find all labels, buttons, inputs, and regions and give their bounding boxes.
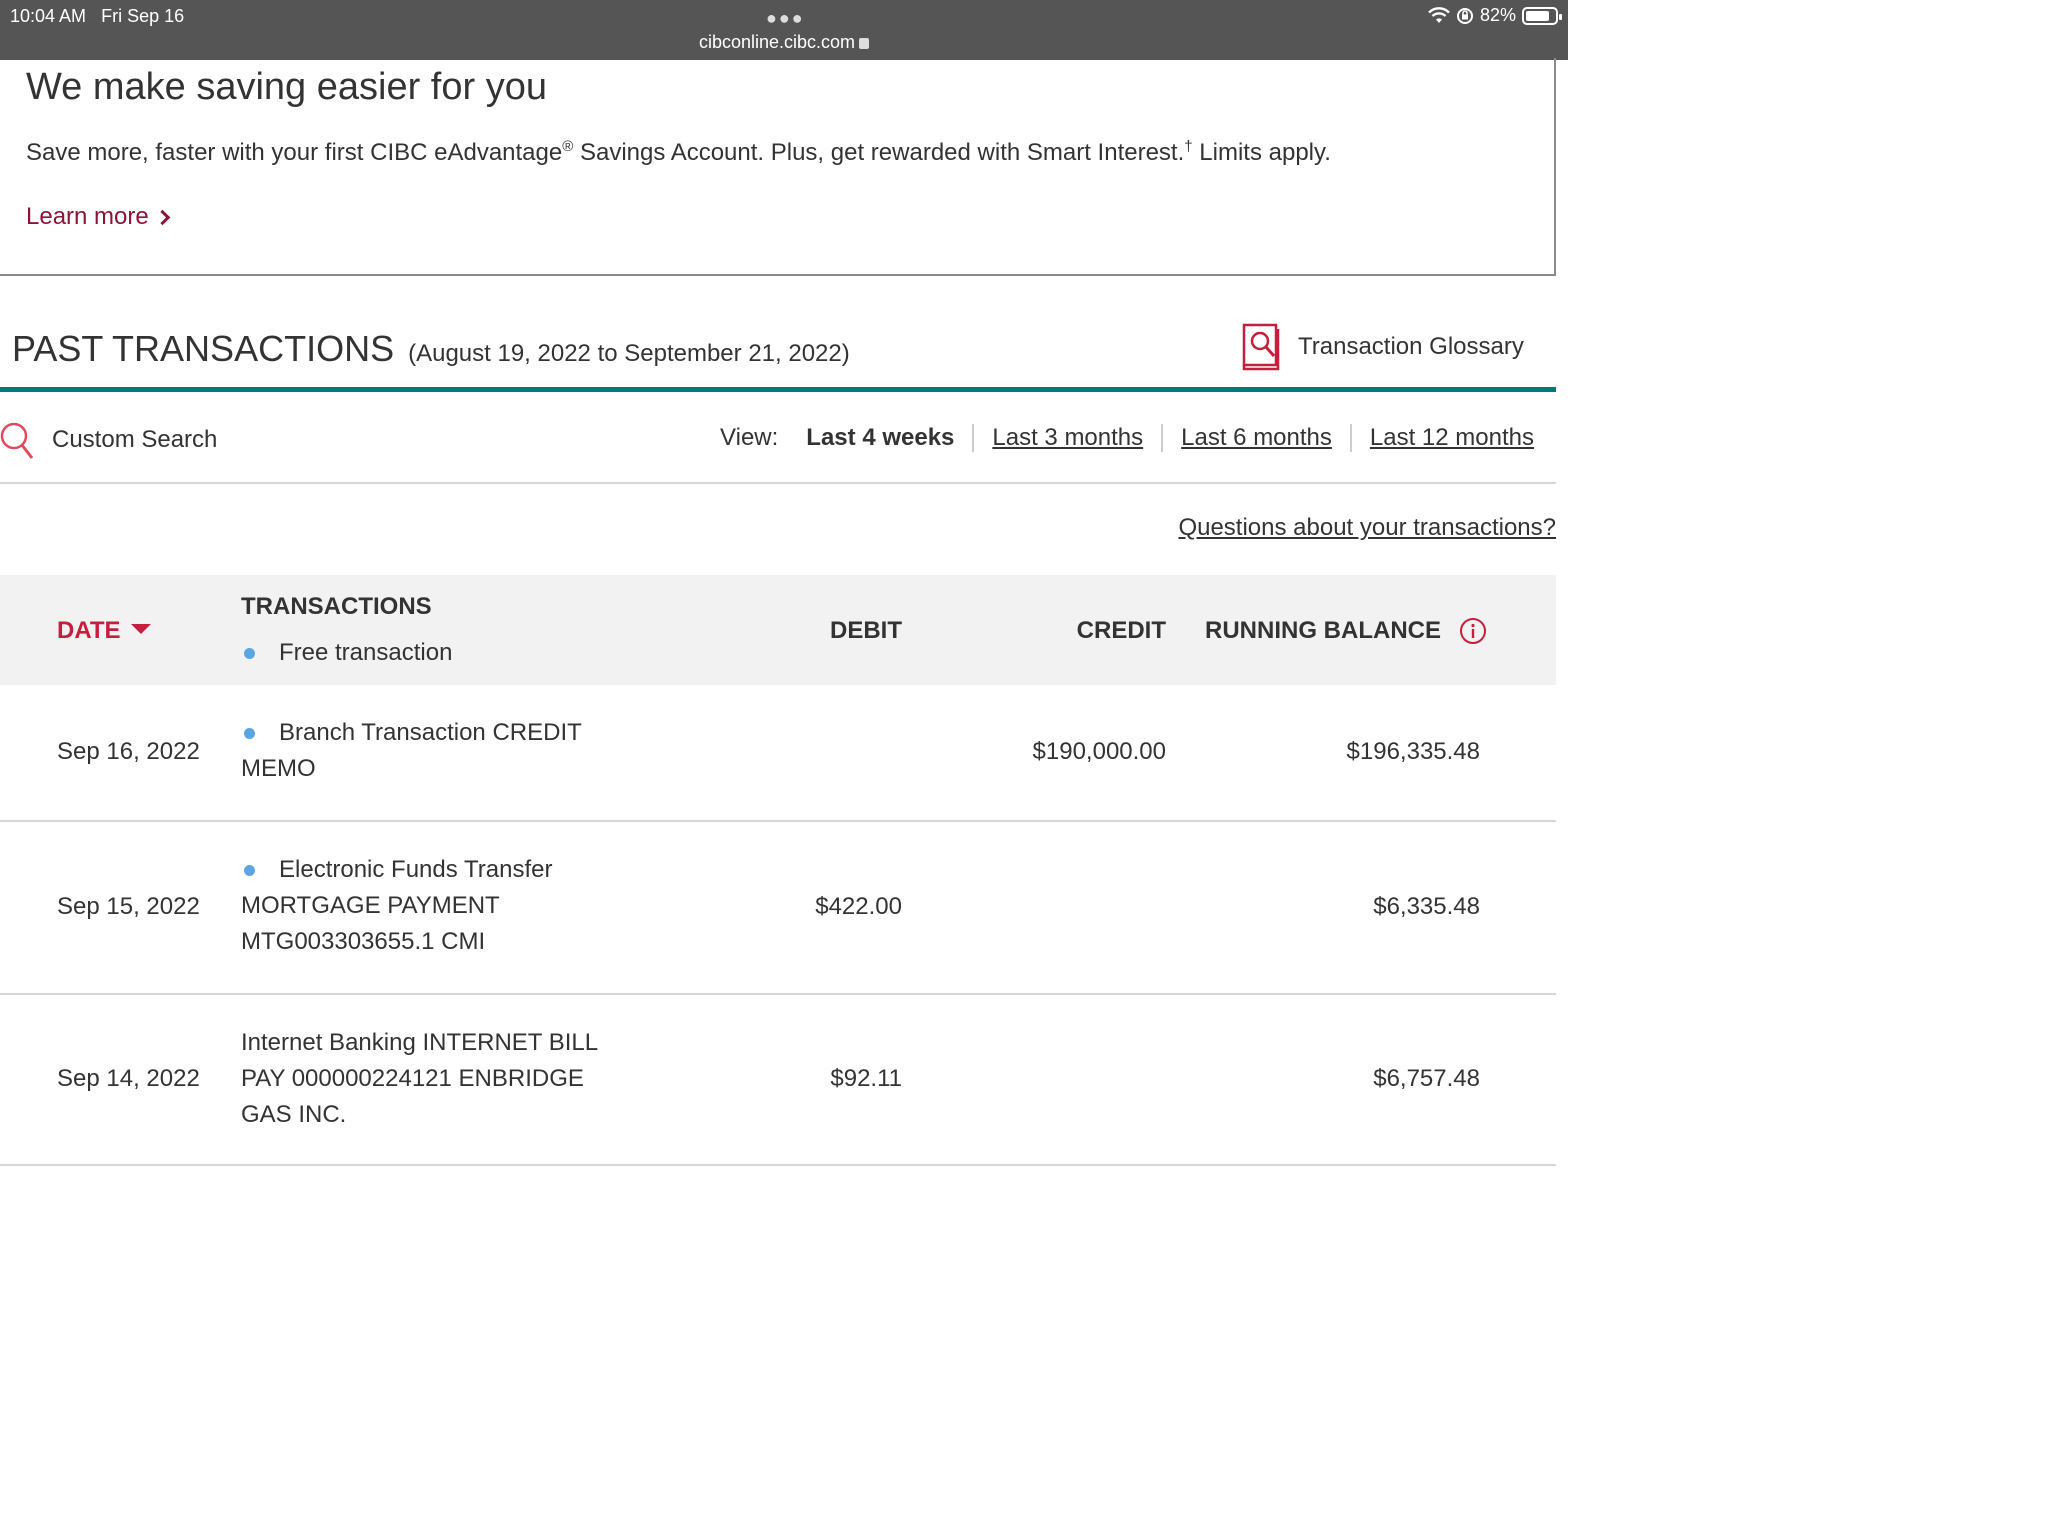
table-row: Sep 15, 2022 Electronic Funds Transfer M… [0, 822, 1556, 995]
view-last-3-months[interactable]: Last 3 months [972, 424, 1161, 452]
promo-title: We make saving easier for you [26, 66, 547, 108]
date-column-header[interactable]: DATE [57, 617, 151, 645]
battery-icon [1522, 6, 1562, 25]
row-debit: $422.00 [815, 893, 902, 920]
lock-icon [859, 38, 870, 49]
row-balance: $196,335.48 [1346, 738, 1480, 765]
row-date: Sep 15, 2022 [57, 893, 200, 920]
questions-link[interactable]: Questions about your transactions? [1178, 514, 1556, 542]
row-debit: $92.11 [830, 1065, 902, 1092]
view-last-12-months[interactable]: Last 12 months [1349, 424, 1534, 452]
glossary-book-icon [1242, 323, 1280, 371]
credit-column-header: CREDIT [1076, 617, 1166, 644]
chevron-right-icon [155, 209, 171, 226]
view-last-6-months[interactable]: Last 6 months [1161, 424, 1350, 452]
promo-banner: We make saving easier for you Save more,… [0, 58, 1556, 276]
view-last-4-weeks[interactable]: Last 4 weeks [806, 424, 972, 452]
more-dots-icon[interactable]: ●●● [766, 8, 805, 29]
free-dot-icon [244, 864, 255, 876]
row-description: Branch Transaction CREDIT MEMO [241, 719, 582, 782]
view-label: View: [720, 424, 779, 451]
orientation-lock-icon [1456, 7, 1473, 24]
date-range: (August 19, 2022 to September 21, 2022) [408, 340, 850, 367]
section-title: PAST TRANSACTIONS (August 19, 2022 to Se… [12, 328, 850, 369]
search-icon [0, 422, 34, 459]
section-divider [0, 387, 1556, 392]
status-indicators: 82% [1428, 5, 1562, 26]
table-row: Sep 14, 2022 Internet Banking INTERNET B… [0, 995, 1556, 1166]
promo-text: Save more, faster with your first CIBC e… [26, 138, 1331, 166]
table-row: Sep 16, 2022 Branch Transaction CREDIT M… [0, 685, 1556, 822]
transaction-glossary-link[interactable]: Transaction Glossary [1242, 322, 1524, 372]
battery-percent: 82% [1479, 5, 1516, 25]
free-dot-icon [244, 727, 255, 739]
learn-more-link[interactable]: Learn more [26, 203, 171, 231]
custom-search-link[interactable]: Custom Search [0, 420, 217, 460]
address-bar[interactable]: cibconline.cibc.com [0, 32, 1568, 53]
row-balance: $6,757.48 [1373, 1065, 1480, 1092]
battery-fill [1526, 10, 1549, 21]
view-filter: View: Last 4 weeks Last 3 months Last 6 … [720, 424, 1534, 452]
balance-column-header: RUNNING BALANCE [1205, 617, 1487, 645]
status-bar: 10:04 AM Fri Sep 16 ●●● cibconline.cibc.… [0, 0, 1568, 60]
row-date: Sep 16, 2022 [57, 738, 200, 765]
table-header: DATE TRANSACTIONS Free transaction DEBIT… [0, 575, 1556, 685]
row-description: Electronic Funds Transfer MORTGAGE PAYME… [241, 856, 553, 955]
transactions-column-header: TRANSACTIONS [241, 593, 432, 620]
row-credit: $190,000.00 [1032, 738, 1166, 765]
divider [0, 482, 1556, 484]
info-icon[interactable] [1459, 617, 1487, 645]
free-dot-icon [244, 647, 255, 659]
row-description: Internet Banking INTERNET BILL PAY 00000… [241, 1029, 599, 1128]
free-transaction-legend: Free transaction [241, 639, 452, 667]
row-balance: $6,335.48 [1373, 893, 1480, 920]
sort-down-icon [130, 624, 151, 634]
row-date: Sep 14, 2022 [57, 1065, 200, 1092]
debit-column-header: DEBIT [830, 617, 902, 644]
status-time: 10:04 AM Fri Sep 16 [10, 6, 185, 26]
wifi-icon [1428, 6, 1450, 23]
